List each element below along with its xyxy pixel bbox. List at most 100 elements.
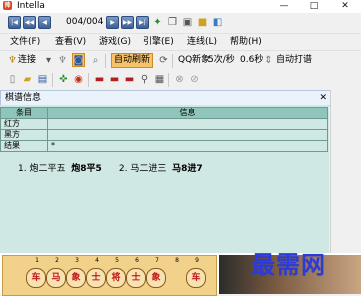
interval-label: 0.6秒 [240, 55, 264, 65]
menu-view[interactable]: 查看(V) [55, 34, 86, 50]
file-number: 2 [55, 257, 59, 264]
table-row[interactable]: 结果 * [0, 140, 328, 152]
open-book-icon[interactable]: ■ [196, 16, 209, 29]
toolbar-separator [172, 54, 173, 68]
panel-close-icon[interactable]: ✕ [319, 91, 327, 105]
piece-elephant[interactable]: 象 [66, 268, 86, 288]
red-window-icon[interactable]: ▬ [108, 73, 121, 86]
watermark: 最需网 [251, 251, 326, 279]
red-window-icon[interactable]: ▬ [93, 73, 106, 86]
row-value[interactable] [47, 118, 328, 130]
open-folder-icon[interactable]: ▰ [21, 73, 34, 86]
file-number: 8 [175, 257, 179, 264]
disconnect-icon[interactable]: ♆ [56, 54, 69, 67]
table-row[interactable]: 黑方 [0, 129, 328, 141]
title-bar: 帅 Intella — □ ✕ [0, 0, 361, 13]
last-move-icon[interactable]: ▶| [136, 16, 149, 29]
app-icon: 帅 [3, 1, 12, 10]
save-icon[interactable]: ▤ [36, 73, 49, 86]
game-info-table: 条目 信息 红方 黑方 结果 * [0, 107, 328, 152]
export-icon[interactable]: ◧ [211, 16, 224, 29]
table-row[interactable]: 红方 [0, 118, 328, 130]
minimize-button[interactable]: — [270, 0, 298, 13]
move-red[interactable]: 马二进三 [130, 164, 166, 174]
piece-horse[interactable]: 马 [46, 268, 66, 288]
file-number: 9 [195, 257, 199, 264]
file-number: 5 [115, 257, 119, 264]
panel-title: 棋谱信息 [5, 93, 42, 103]
table-header-row: 条目 信息 [0, 107, 328, 119]
row-key: 结果 [0, 140, 48, 152]
menu-file[interactable]: 文件(F) [10, 34, 40, 50]
file-number: 3 [75, 257, 79, 264]
right-scroll-area [330, 90, 361, 253]
first-move-icon[interactable]: |◀ [8, 16, 21, 29]
move-black[interactable]: 炮8平5 [71, 164, 102, 174]
menu-game[interactable]: 游戏(G) [99, 34, 131, 50]
file-numbers: 1 2 3 4 5 6 7 8 9 [27, 257, 207, 264]
lock-icon[interactable]: ◙ [72, 53, 85, 67]
piece-general[interactable]: 将 [106, 268, 126, 288]
menu-bar: 文件(F) 查看(V) 游戏(G) 引擎(E) 连线(L) 帮助(H) [0, 34, 361, 50]
connect-button[interactable]: 连接 [18, 54, 36, 67]
close-button[interactable]: ✕ [331, 0, 359, 13]
move-red[interactable]: 炮二平五 [29, 164, 65, 174]
file-number: 1 [35, 257, 39, 264]
window-title: Intella [17, 1, 45, 11]
auto-play-button[interactable]: 自动打谱 [276, 54, 312, 67]
file-number: 7 [155, 257, 159, 264]
dropdown-arrow-icon[interactable]: ▾ [42, 54, 55, 67]
search-icon[interactable]: ⌕ [89, 54, 102, 67]
piece-advisor[interactable]: 士 [86, 268, 106, 288]
move-number: 2. [118, 164, 128, 174]
file-toolbar: ▯ ▰ ▤ ✜ ◉ ▬ ▬ ▬ ⚲ ▦ ⊗ ⊘ [0, 71, 361, 89]
game-info-panel: 条目 信息 红方 黑方 结果 * 1. 炮二平五 炮8平5 2. 马二进三 马8… [0, 105, 329, 253]
menu-help[interactable]: 帮助(H) [230, 34, 262, 50]
piece-rook[interactable]: 车 [26, 268, 46, 288]
row-value[interactable] [47, 129, 328, 141]
clock-icon[interactable]: ◉ [72, 73, 85, 86]
refresh-icon[interactable]: ⟳ [157, 54, 170, 67]
stop-icon[interactable]: ⊗ [173, 73, 186, 86]
toolbar-separator [52, 73, 53, 87]
paste-icon[interactable]: ▣ [181, 16, 194, 29]
fast-back-icon[interactable]: ◀◀ [23, 16, 36, 29]
chess-board[interactable]: 1 2 3 4 5 6 7 8 9 车 马 象 士 将 士 象 车 [2, 255, 217, 296]
row-key: 黑方 [0, 129, 48, 141]
move-number: 1. [18, 164, 27, 174]
menu-connect[interactable]: 连线(L) [187, 34, 217, 50]
menu-engine[interactable]: 引擎(E) [143, 34, 174, 50]
auto-refresh-button[interactable]: 自动刷新 [111, 53, 154, 68]
column-header: 条目 [0, 107, 48, 119]
list-icon[interactable]: ▦ [153, 73, 166, 86]
new-file-icon[interactable]: ▯ [6, 73, 19, 86]
piece-rook[interactable]: 车 [186, 268, 206, 288]
copy-icon[interactable]: ❐ [166, 16, 179, 29]
toolbar-separator [105, 54, 106, 68]
settings-icon[interactable]: ✜ [57, 73, 70, 86]
up-down-arrow-icon[interactable]: ⇕ [262, 54, 275, 67]
prev-move-icon[interactable]: ◀ [38, 16, 51, 29]
red-window-icon[interactable]: ▬ [123, 73, 136, 86]
file-number: 4 [95, 257, 99, 264]
toolbar-separator [88, 73, 89, 87]
row-key: 红方 [0, 118, 48, 130]
piece-elephant[interactable]: 象 [146, 268, 166, 288]
move-counter: 004/004 [66, 17, 104, 27]
game-info-panel-header: 棋谱信息 ✕ [0, 90, 331, 106]
fast-forward-icon[interactable]: ▶▶ [121, 16, 134, 29]
maximize-button[interactable]: □ [300, 0, 328, 13]
piece-advisor[interactable]: 士 [126, 268, 146, 288]
navigation-toolbar: |◀ ◀◀ ◀ 004/004 ▶ ▶▶ ▶| ✦ ❐ ▣ ■ ◧ [0, 13, 361, 34]
toolbar-separator [168, 73, 169, 87]
file-number: 6 [135, 257, 139, 264]
qq-label: QQ新象 [178, 55, 211, 65]
move-list: 1. 炮二平五 炮8平5 2. 马二进三 马8进7 [18, 163, 203, 176]
next-move-icon[interactable]: ▶ [106, 16, 119, 29]
find-icon[interactable]: ⚲ [138, 73, 151, 86]
flip-board-icon[interactable]: ✦ [151, 16, 164, 29]
delete-icon[interactable]: ⊘ [188, 73, 201, 86]
row-value[interactable]: * [47, 140, 328, 152]
connection-toolbar: ♆ 连接 ▾ ♆ ◙ ⌕ 自动刷新 ⟳ QQ新象 5次/秒 0.6秒 ⇕ 自动打… [0, 50, 361, 72]
move-black[interactable]: 马8进7 [172, 164, 203, 174]
